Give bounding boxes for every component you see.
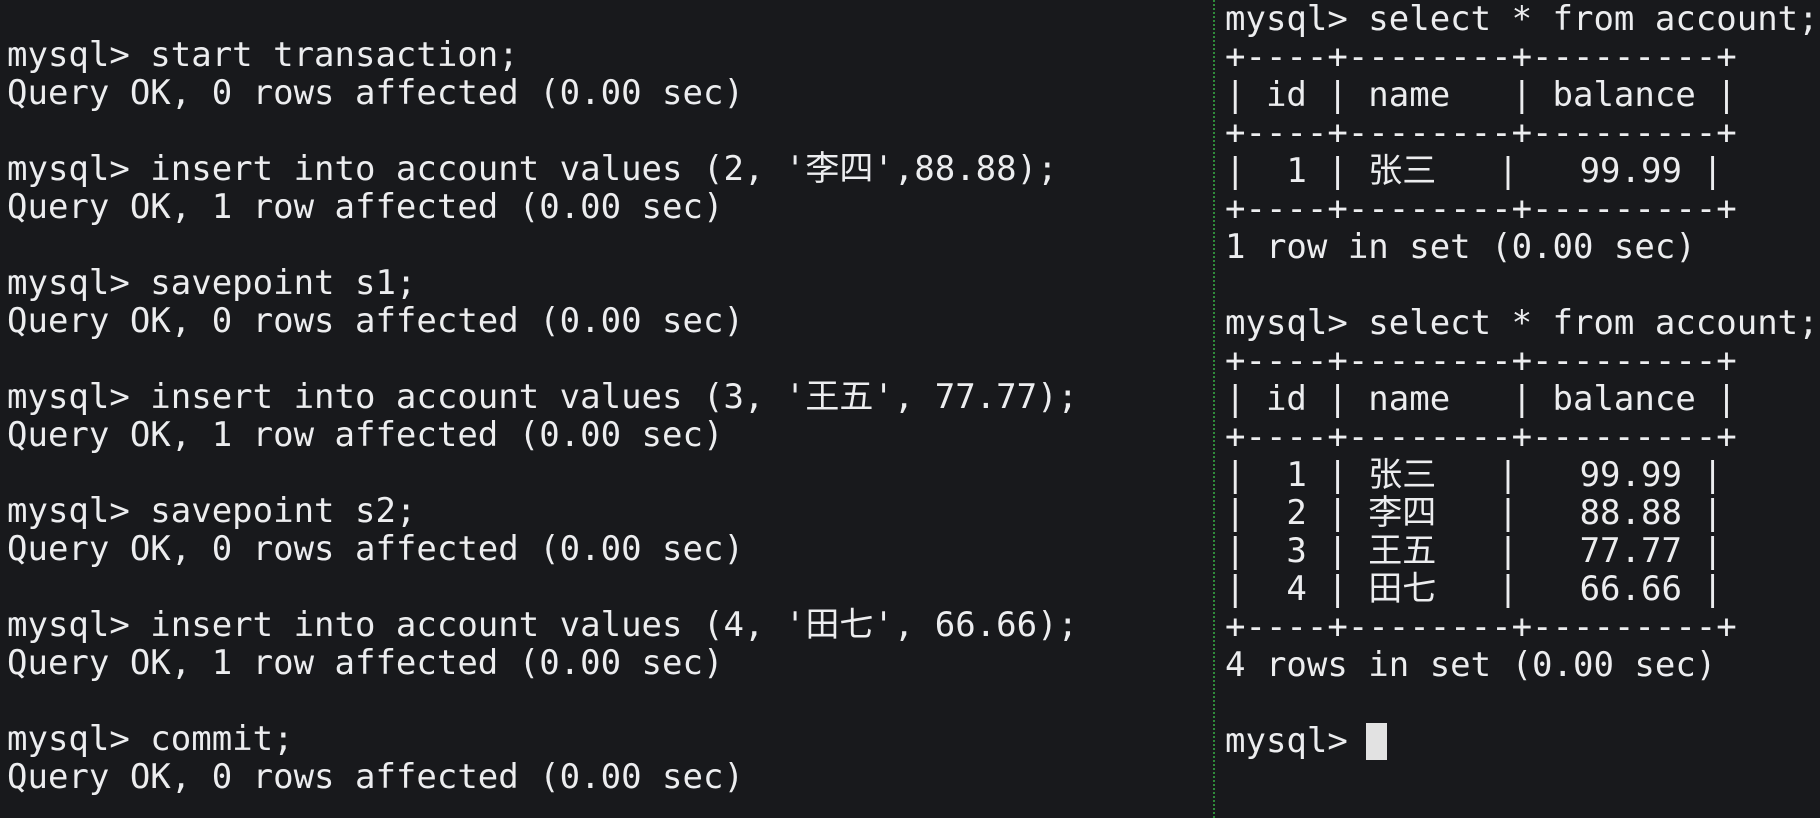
terminal-line: Query OK, 0 rows affected (0.00 sec) <box>7 73 744 113</box>
table-row: | 2 | 李四 | 88.88 | <box>1225 493 1723 533</box>
terminal-line: Query OK, 0 rows affected (0.00 sec) <box>7 301 744 341</box>
terminal-line: Query OK, 0 rows affected (0.00 sec) <box>7 529 744 569</box>
terminal-line: mysql> start transaction; <box>7 35 519 75</box>
table-row: | 3 | 王五 | 77.77 | <box>1225 531 1723 571</box>
terminal-line: mysql> insert into account values (4, '田… <box>7 605 1079 645</box>
table-border: +----+--------+---------+ <box>1225 341 1737 381</box>
table-border: +----+--------+---------+ <box>1225 607 1737 647</box>
terminal-line: 4 rows in set (0.00 sec) <box>1225 645 1717 685</box>
terminal-line: mysql> savepoint s2; <box>7 491 417 531</box>
terminal-line: Query OK, 1 row affected (0.00 sec) <box>7 187 724 227</box>
terminal-line: 1 row in set (0.00 sec) <box>1225 227 1696 267</box>
table-row: | 1 | 张三 | 99.99 | <box>1225 151 1723 191</box>
command-prompt[interactable]: mysql> <box>1225 722 1368 760</box>
terminal-pane-right[interactable]: mysql> select * from account; +----+----… <box>1215 0 1820 818</box>
terminal-line: mysql> savepoint s1; <box>7 263 417 303</box>
table-header: | id | name | balance | <box>1225 379 1737 419</box>
table-border: +----+--------+---------+ <box>1225 113 1737 153</box>
table-border: +----+--------+---------+ <box>1225 37 1737 77</box>
table-border: +----+--------+---------+ <box>1225 189 1737 229</box>
terminal-line: mysql> select * from account; <box>1225 303 1819 343</box>
terminal-line: Query OK, 1 row affected (0.00 sec) <box>7 643 724 683</box>
terminal-line: mysql> insert into account values (3, '王… <box>7 377 1079 417</box>
table-row: | 4 | 田七 | 66.66 | <box>1225 569 1723 609</box>
terminal-line: mysql> commit; <box>7 719 294 759</box>
table-row: | 1 | 张三 | 99.99 | <box>1225 455 1723 495</box>
terminal-pane-left[interactable]: mysql> start transaction; Query OK, 0 ro… <box>0 0 1212 818</box>
terminal-line: mysql> insert into account values (2, '李… <box>7 149 1058 189</box>
terminal-line: Query OK, 0 rows affected (0.00 sec) <box>7 757 744 797</box>
text-cursor <box>1366 723 1387 760</box>
table-header: | id | name | balance | <box>1225 75 1737 115</box>
table-border: +----+--------+---------+ <box>1225 417 1737 457</box>
terminal-line: mysql> select * from account; <box>1225 0 1819 39</box>
terminal-line: Query OK, 1 row affected (0.00 sec) <box>7 415 724 455</box>
terminal-window[interactable]: mysql> start transaction; Query OK, 0 ro… <box>0 0 1820 818</box>
